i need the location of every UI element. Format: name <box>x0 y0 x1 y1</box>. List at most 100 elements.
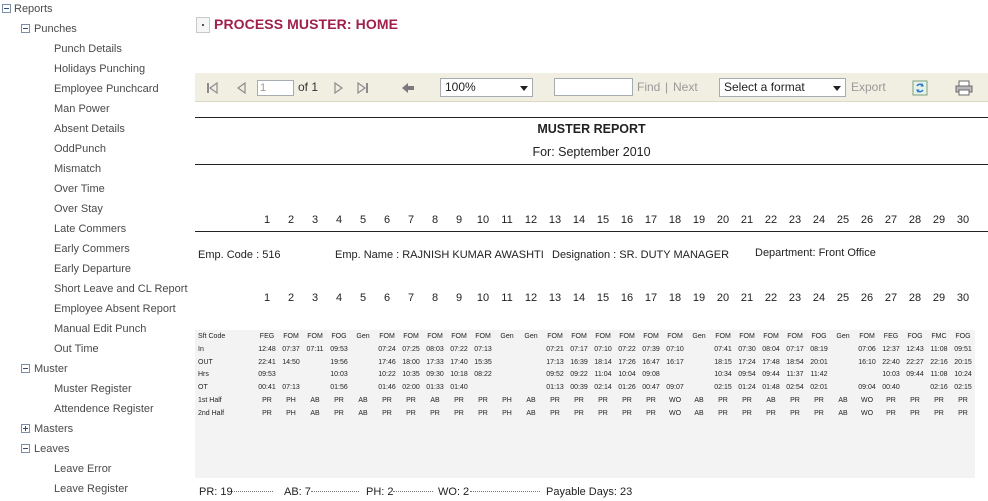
grid-cell: 02:15 <box>954 384 972 392</box>
grid-cell: FOM <box>307 333 323 340</box>
grid-cell: 12:37 <box>882 345 900 353</box>
tree-folder-leaves[interactable]: Leaves <box>34 441 69 457</box>
grid-cell: 07:13 <box>474 345 492 353</box>
grid-cell: AB <box>310 409 320 417</box>
tree-link-leave-error[interactable]: Leave Error <box>54 461 111 477</box>
grid-cell: AB <box>358 409 368 417</box>
tree-link-attendence-register[interactable]: Attendence Register <box>54 401 154 417</box>
grid-cell: 10:34 <box>714 371 732 379</box>
grid-cell: AB <box>526 397 536 404</box>
tree-link-over-stay[interactable]: Over Stay <box>54 201 103 217</box>
grid-cell: 10:35 <box>402 371 420 379</box>
grid-cell: PR <box>742 397 752 404</box>
grid-cell: 11:37 <box>786 371 804 379</box>
grid-cell: PR <box>382 397 392 404</box>
back-arrow-icon <box>402 82 414 93</box>
grid-cell: 07:41 <box>714 345 732 353</box>
grid-cell: PR <box>814 397 824 404</box>
tree-link-employee-absent-report[interactable]: Employee Absent Report <box>54 301 176 317</box>
grid-cell: 09:44 <box>762 371 780 379</box>
grid-cell: FOM <box>715 333 731 340</box>
page-number-input[interactable] <box>257 80 294 96</box>
collapse-toggle-icon[interactable] <box>2 4 11 13</box>
grid-cell: 14:50 <box>282 358 300 366</box>
tree-link-manual-edit-punch[interactable]: Manual Edit Punch <box>54 321 146 337</box>
tree-folder-reports[interactable]: Reports <box>14 1 53 17</box>
day-number: 28 <box>908 292 922 304</box>
first-page-button[interactable] <box>205 73 219 102</box>
tree-folder-punches[interactable]: Punches <box>34 21 77 37</box>
print-button[interactable] <box>955 73 973 102</box>
tree-link-out-time[interactable]: Out Time <box>54 341 99 357</box>
export-format-select[interactable]: Select a format <box>719 78 846 97</box>
day-number: 29 <box>932 292 946 304</box>
tree-link-over-time[interactable]: Over Time <box>54 181 105 197</box>
grid-cell: 02:01 <box>810 384 828 392</box>
tree-link-holidays-punching[interactable]: Holidays Punching <box>54 61 145 77</box>
find-next-link[interactable]: Next <box>673 80 698 94</box>
grid-row-label: 1st Half <box>198 397 222 404</box>
summary-ph: PH: 2 <box>366 486 394 498</box>
day-number: 21 <box>740 214 754 226</box>
find-link[interactable]: Find <box>637 80 660 94</box>
tree-link-mismatch[interactable]: Mismatch <box>54 161 101 177</box>
tree-link-late-commers[interactable]: Late Commers <box>54 221 126 237</box>
tree-link-oddpunch[interactable]: OddPunch <box>54 141 106 157</box>
day-number: 4 <box>335 292 343 304</box>
day-number: 15 <box>596 214 610 226</box>
grid-cell: FOM <box>475 333 491 340</box>
tree-link-short-leave-and-cl-report[interactable]: Short Leave and CL Report <box>54 281 188 297</box>
day-number: 18 <box>668 292 682 304</box>
refresh-button[interactable] <box>912 73 928 102</box>
grid-cell: PR <box>478 409 488 417</box>
zoom-select[interactable]: 100% <box>440 78 533 97</box>
tree-link-early-commers[interactable]: Early Commers <box>54 241 130 257</box>
grid-cell: 18:54 <box>786 358 804 366</box>
collapse-toggle-icon[interactable] <box>21 364 30 373</box>
grid-cell: 01:33 <box>426 384 444 392</box>
tree-link-punch-details[interactable]: Punch Details <box>54 41 122 57</box>
grid-cell: AB <box>694 397 704 404</box>
tree-link-leave-register[interactable]: Leave Register <box>54 481 128 497</box>
grid-cell: PR <box>406 409 416 417</box>
first-page-icon <box>207 81 218 94</box>
export-link[interactable]: Export <box>851 80 886 94</box>
grid-cell: 08:22 <box>474 371 492 379</box>
tree-folder-masters[interactable]: Masters <box>34 421 73 437</box>
grid-cell: 12:43 <box>906 345 924 353</box>
collapse-toggle-icon[interactable] <box>21 24 30 33</box>
grid-cell: 02:54 <box>786 384 804 392</box>
day-number: 6 <box>383 214 391 226</box>
grid-row-label: OT <box>198 384 208 392</box>
tree-link-absent-details[interactable]: Absent Details <box>54 121 125 137</box>
day-number: 22 <box>764 214 778 226</box>
header-rule-bottom <box>195 164 988 165</box>
refresh-icon <box>912 80 928 95</box>
previous-page-button[interactable] <box>235 73 249 102</box>
grid-cell: Gen <box>356 333 370 340</box>
grid-cell: PR <box>886 397 896 404</box>
find-input[interactable] <box>554 78 633 96</box>
grid-cell: 11:08 <box>930 371 948 379</box>
summary-divider <box>393 491 433 492</box>
tree-folder-muster[interactable]: Muster <box>34 361 68 377</box>
grid-cell: 22:40 <box>882 358 900 366</box>
day-number: 17 <box>644 214 658 226</box>
tree-link-employee-punchcard[interactable]: Employee Punchcard <box>54 81 159 97</box>
grid-cell: 08:19 <box>810 345 828 353</box>
tree-link-man-power[interactable]: Man Power <box>54 101 110 117</box>
day-number: 2 <box>287 214 295 226</box>
employee-designation: Designation : SR. DUTY MANAGER <box>552 249 730 261</box>
tree-link-muster-register[interactable]: Muster Register <box>54 381 132 397</box>
day-number: 25 <box>836 214 850 226</box>
grid-cell: 15:35 <box>474 358 492 366</box>
tree-link-early-departure[interactable]: Early Departure <box>54 261 131 277</box>
back-button[interactable] <box>400 73 416 102</box>
next-page-button[interactable] <box>331 73 345 102</box>
chevron-down-icon <box>833 86 841 91</box>
last-page-button[interactable] <box>355 73 371 102</box>
expand-toggle-icon[interactable] <box>21 424 30 433</box>
grid-cell: 07:24 <box>378 345 396 353</box>
collapse-toggle-icon[interactable] <box>21 444 30 453</box>
grid-cell: 11:42 <box>810 371 828 379</box>
